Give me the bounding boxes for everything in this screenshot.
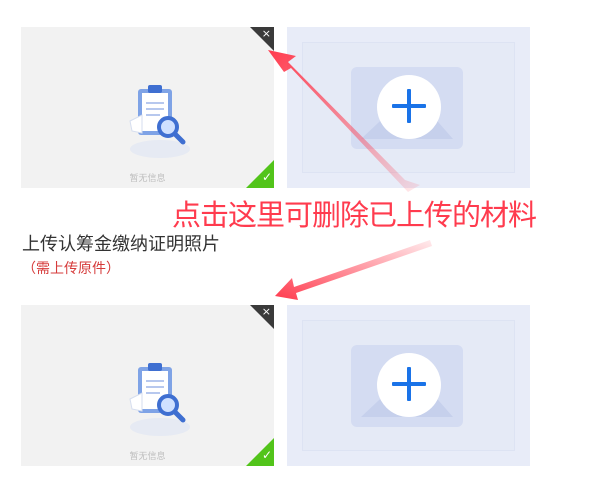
section-title: 上传认筹金缴纳证明照片 — [22, 234, 220, 255]
empty-status-text: 暂无信息 — [129, 452, 166, 462]
document-search-icon — [129, 363, 190, 436]
add-image-button-2[interactable] — [287, 305, 530, 466]
document-search-icon — [129, 85, 190, 158]
uploaded-file-card-1: 暂无信息 × ✓ — [21, 27, 274, 188]
close-icon[interactable]: × — [262, 305, 271, 319]
close-icon[interactable]: × — [262, 27, 271, 41]
empty-status-text: 暂无信息 — [129, 174, 166, 184]
uploaded-success-badge: ✓ — [246, 160, 274, 188]
add-image-icon — [351, 67, 463, 149]
section-note: （需上传原件） — [22, 261, 120, 277]
uploaded-file-card-2: 暂无信息 × ✓ — [21, 305, 274, 466]
annotation-text: 点击这里可删除已上传的材料 — [172, 198, 537, 232]
uploaded-success-badge: ✓ — [246, 438, 274, 466]
delete-button[interactable]: × — [250, 27, 274, 51]
add-image-icon — [351, 345, 463, 427]
check-icon: ✓ — [261, 170, 272, 184]
add-image-button-1[interactable] — [287, 27, 530, 188]
check-icon: ✓ — [261, 448, 272, 462]
arrow-icon — [275, 240, 432, 300]
delete-button[interactable]: × — [250, 305, 274, 329]
